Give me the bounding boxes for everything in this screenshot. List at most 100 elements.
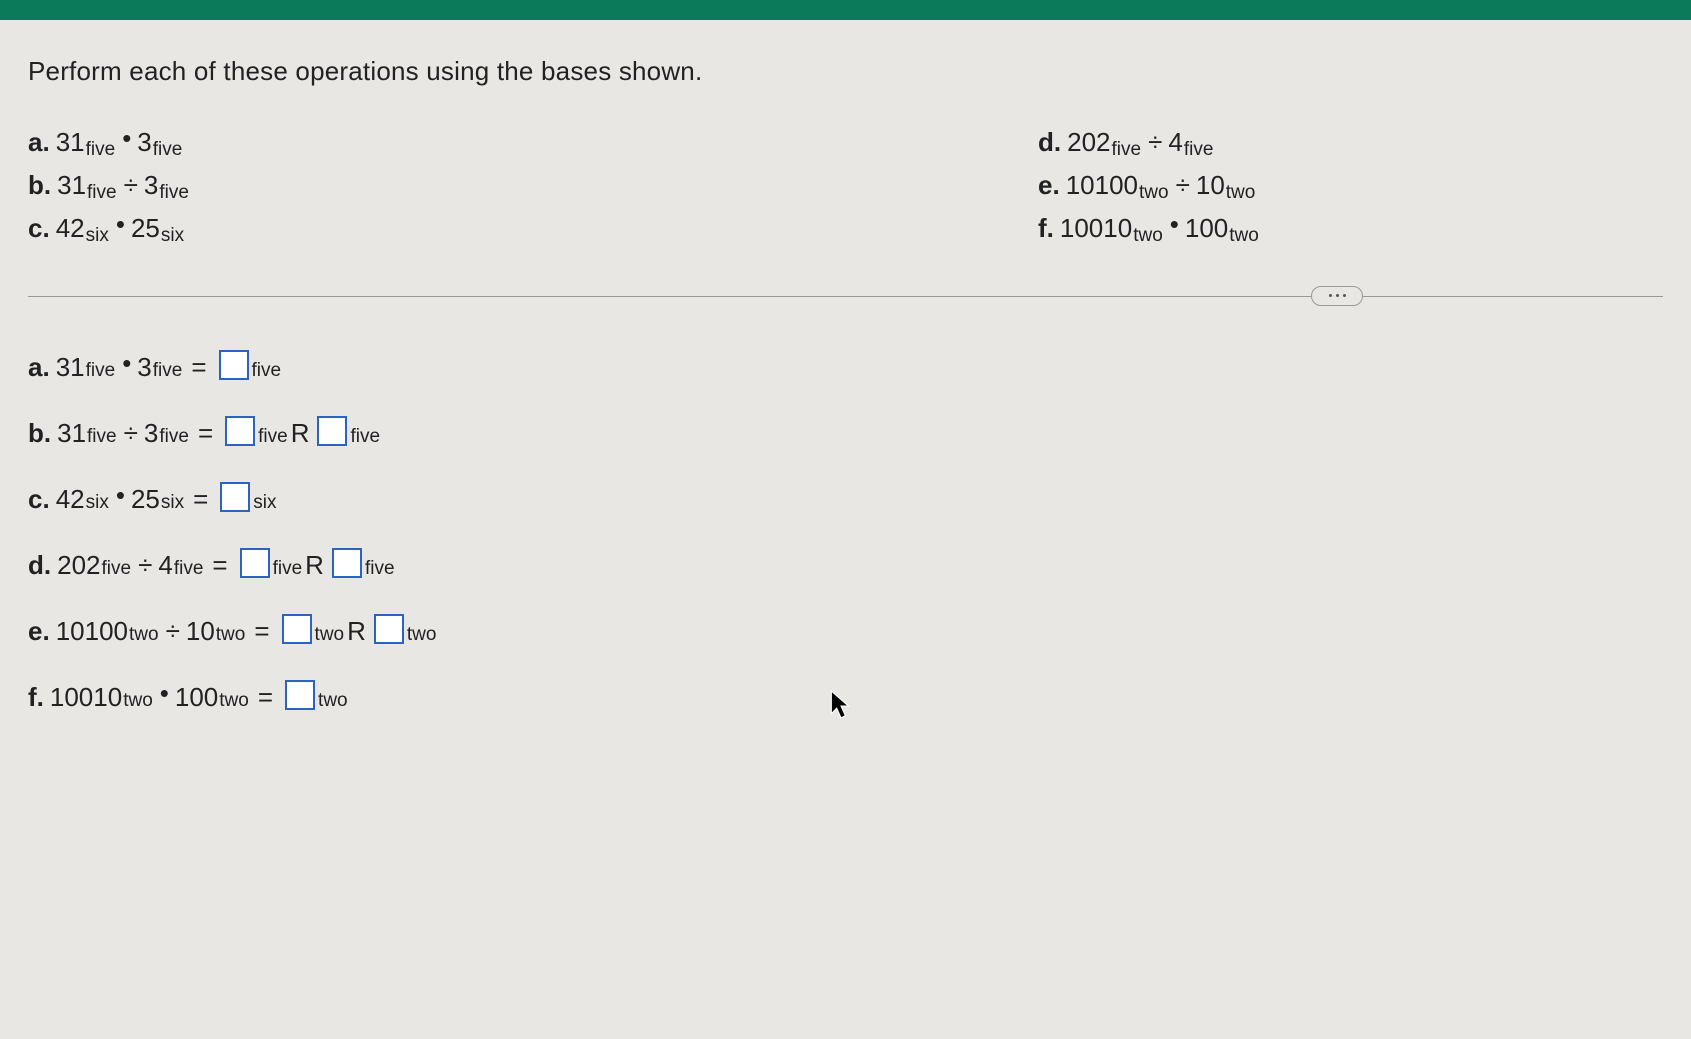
divide-operator: ÷ — [166, 618, 180, 644]
answer-input-d-quotient[interactable] — [240, 548, 270, 578]
problem-operand: 3 — [144, 164, 158, 207]
remainder-label: R — [347, 618, 366, 644]
problem-label: e. — [1038, 164, 1060, 207]
answer-e: e. 10100two ÷ 10two = two R two — [28, 616, 1663, 646]
divide-operator: ÷ — [1148, 121, 1162, 164]
base-subscript: two — [123, 691, 153, 710]
answer-operand: 25 — [131, 486, 160, 512]
answers-section: a. 31five • 3five = five b. 31five ÷ 3fi… — [28, 352, 1663, 712]
answer-operand: 10100 — [56, 618, 128, 644]
base-subscript: six — [161, 493, 184, 512]
problem-label: f. — [1038, 207, 1054, 250]
problem-operand: 4 — [1168, 121, 1182, 164]
base-subscript: six — [86, 220, 109, 251]
answer-input-c[interactable] — [220, 482, 250, 512]
expand-button[interactable] — [1311, 286, 1363, 306]
answer-label: d. — [28, 552, 51, 578]
base-subscript: six — [86, 493, 109, 512]
base-subscript: two — [129, 625, 159, 644]
base-subscript: five — [1184, 134, 1214, 165]
base-subscript: five — [86, 134, 116, 165]
problems-left-column: a. 31five • 3five b. 31five ÷ 3five c. 4… — [28, 121, 1038, 250]
base-subscript: five — [87, 427, 117, 446]
problem-label: b. — [28, 164, 51, 207]
answer-d: d. 202five ÷ 4five = five R five — [28, 550, 1663, 580]
answer-input-e-remainder[interactable] — [374, 614, 404, 644]
answer-operand: 31 — [57, 420, 86, 446]
top-bar — [0, 0, 1691, 20]
problem-label: a. — [28, 121, 50, 164]
dot-operator: • — [160, 680, 169, 706]
dot-operator: • — [116, 203, 125, 246]
problem-d: d. 202five ÷ 4five — [1038, 121, 1663, 164]
dot-icon — [1329, 294, 1332, 297]
base-subscript: six — [161, 220, 184, 251]
answer-input-b-quotient[interactable] — [225, 416, 255, 446]
remainder-label: R — [291, 420, 310, 446]
problem-operand: 31 — [56, 121, 85, 164]
answer-a: a. 31five • 3five = five — [28, 352, 1663, 382]
section-divider — [28, 286, 1663, 306]
problem-c: c. 42six • 25six — [28, 207, 1038, 250]
equals-sign: = — [258, 684, 273, 710]
answer-operand: 100 — [175, 684, 218, 710]
dot-operator: • — [122, 117, 131, 160]
base-subscript: two — [1229, 220, 1259, 251]
equals-sign: = — [254, 618, 269, 644]
answer-input-f[interactable] — [285, 680, 315, 710]
problem-label: d. — [1038, 121, 1061, 164]
problems-columns: a. 31five • 3five b. 31five ÷ 3five c. 4… — [28, 121, 1663, 250]
base-subscript: two — [407, 625, 437, 644]
answer-operand: 10 — [186, 618, 215, 644]
divide-operator: ÷ — [1176, 164, 1190, 207]
base-subscript: five — [252, 361, 282, 380]
answer-operand: 3 — [144, 420, 158, 446]
remainder-label: R — [305, 552, 324, 578]
base-subscript: two — [1133, 220, 1163, 251]
base-subscript: two — [315, 625, 345, 644]
equals-sign: = — [191, 354, 206, 380]
base-subscript: five — [159, 427, 189, 446]
base-subscript: five — [273, 559, 303, 578]
answer-b: b. 31five ÷ 3five = five R five — [28, 418, 1663, 448]
divide-operator: ÷ — [138, 552, 152, 578]
dot-operator: • — [116, 482, 125, 508]
base-subscript: two — [1226, 177, 1256, 208]
dot-operator: • — [122, 350, 131, 376]
equals-sign: = — [212, 552, 227, 578]
problem-operand: 31 — [57, 164, 86, 207]
answer-input-b-remainder[interactable] — [317, 416, 347, 446]
answer-label: f. — [28, 684, 44, 710]
answer-operand: 3 — [137, 354, 151, 380]
problem-f: f. 10010two • 100two — [1038, 207, 1663, 250]
base-subscript: two — [219, 691, 249, 710]
problem-operand: 202 — [1067, 121, 1110, 164]
problem-operand: 100 — [1185, 207, 1228, 250]
dot-icon — [1336, 294, 1339, 297]
base-subscript: five — [86, 361, 116, 380]
answer-input-a[interactable] — [219, 350, 249, 380]
answer-operand: 202 — [57, 552, 100, 578]
problem-label: c. — [28, 207, 50, 250]
problem-operand: 25 — [131, 207, 160, 250]
base-subscript: five — [153, 134, 183, 165]
problem-a: a. 31five • 3five — [28, 121, 1038, 164]
problem-operand: 3 — [137, 121, 151, 164]
base-subscript: five — [102, 559, 132, 578]
instruction-text: Perform each of these operations using t… — [28, 56, 1663, 87]
answer-label: b. — [28, 420, 51, 446]
base-subscript: six — [253, 493, 276, 512]
base-subscript: five — [87, 177, 117, 208]
divider-line — [28, 296, 1663, 297]
answer-operand: 10010 — [50, 684, 122, 710]
answer-label: a. — [28, 354, 50, 380]
answer-input-e-quotient[interactable] — [282, 614, 312, 644]
base-subscript: five — [350, 427, 380, 446]
problem-operand: 10010 — [1060, 207, 1132, 250]
base-subscript: two — [216, 625, 246, 644]
answer-input-d-remainder[interactable] — [332, 548, 362, 578]
answer-operand: 4 — [158, 552, 172, 578]
divide-operator: ÷ — [124, 164, 138, 207]
base-subscript: five — [174, 559, 204, 578]
question-content: Perform each of these operations using t… — [0, 20, 1691, 712]
